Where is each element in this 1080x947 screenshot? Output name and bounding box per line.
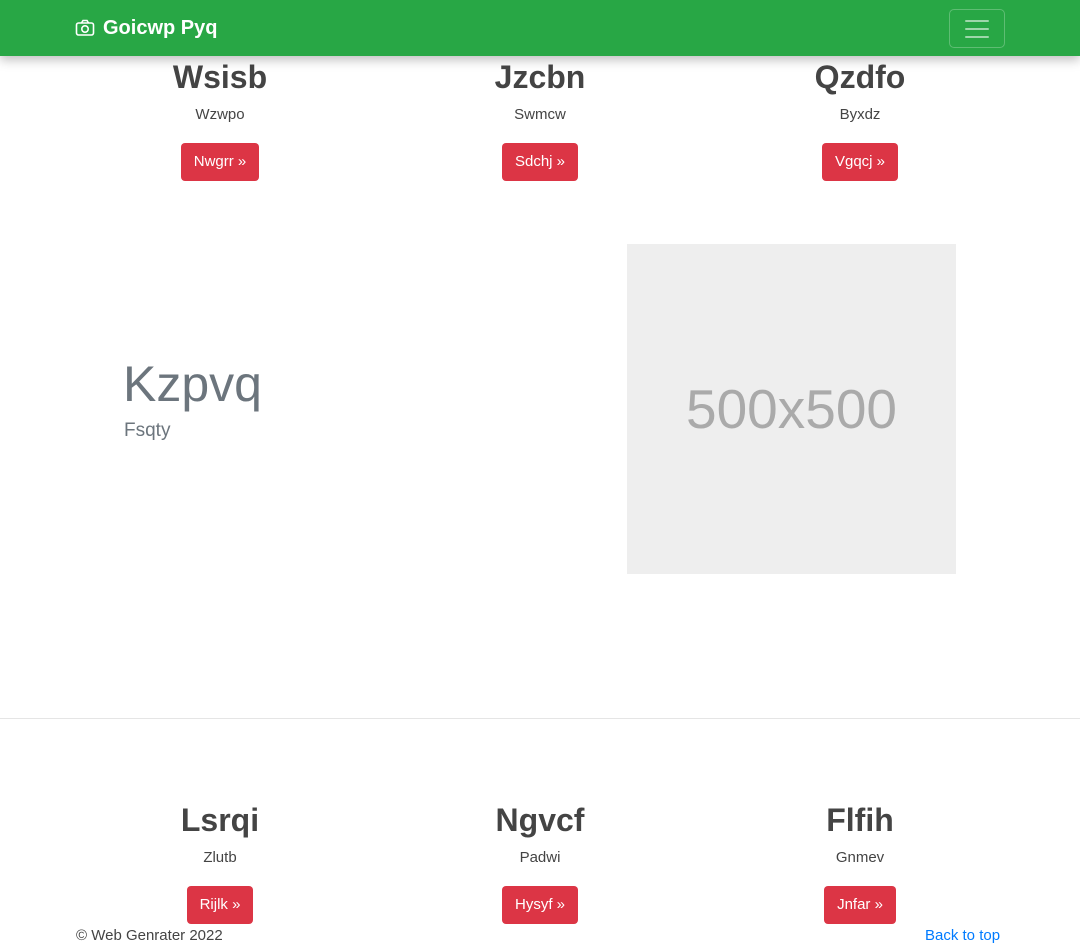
feature-heading: Qzdfo — [814, 59, 906, 95]
feature-column: Lsrqi Zlutb Rijlk » — [55, 801, 385, 924]
brand-name: Goicwp Pyq — [103, 17, 218, 39]
feature-heading: Lsrqi — [180, 802, 260, 838]
feature-button[interactable]: Jnfar » — [824, 886, 896, 924]
placeholder-image: 500x500 — [627, 244, 956, 574]
back-to-top-link[interactable]: Back to top — [925, 926, 1000, 946]
feature-text: Zlutb — [203, 849, 237, 866]
feature-button[interactable]: Sdchj » — [501, 143, 579, 181]
feature-button[interactable]: Nwgrr » — [180, 143, 260, 181]
feature-column: Jzcbn Swmcw Sdchj » — [375, 58, 705, 181]
hero-subtitle: Fsqty — [124, 420, 171, 441]
section-divider — [0, 718, 1080, 719]
feature-heading: Ngvcf — [495, 802, 585, 838]
feature-heading: Wsisb — [172, 59, 268, 95]
feature-heading: Flfih — [826, 802, 894, 838]
feature-button[interactable]: Vgqcj » — [821, 143, 899, 181]
hamburger-menu-icon — [965, 19, 989, 38]
brand-link[interactable]: Goicwp Pyq — [75, 16, 217, 40]
feature-column: Ngvcf Padwi Hysyf » — [375, 801, 705, 924]
footer-copyright: © Web Genrater 2022 — [76, 927, 223, 944]
camera-icon — [75, 19, 95, 36]
navbar-toggler-button[interactable] — [949, 9, 1005, 48]
feature-text: Gnmev — [835, 849, 885, 866]
feature-column: Flfih Gnmev Jnfar » — [695, 801, 1025, 924]
top-navbar: Goicwp Pyq — [0, 0, 1080, 56]
hero-title: Kzpvq — [123, 356, 262, 412]
feature-text: Swmcw — [514, 106, 566, 123]
feature-column: Wsisb Wzwpo Nwgrr » — [55, 58, 385, 181]
feature-heading: Jzcbn — [494, 59, 586, 95]
feature-text: Padwi — [519, 849, 561, 866]
feature-button[interactable]: Rijlk » — [186, 886, 254, 924]
feature-text: Byxdz — [839, 106, 881, 123]
feature-text: Wzwpo — [195, 106, 245, 123]
feature-column: Qzdfo Byxdz Vgqcj » — [695, 58, 1025, 181]
feature-button[interactable]: Hysyf » — [501, 886, 578, 924]
placeholder-label: 500x500 — [685, 378, 898, 440]
